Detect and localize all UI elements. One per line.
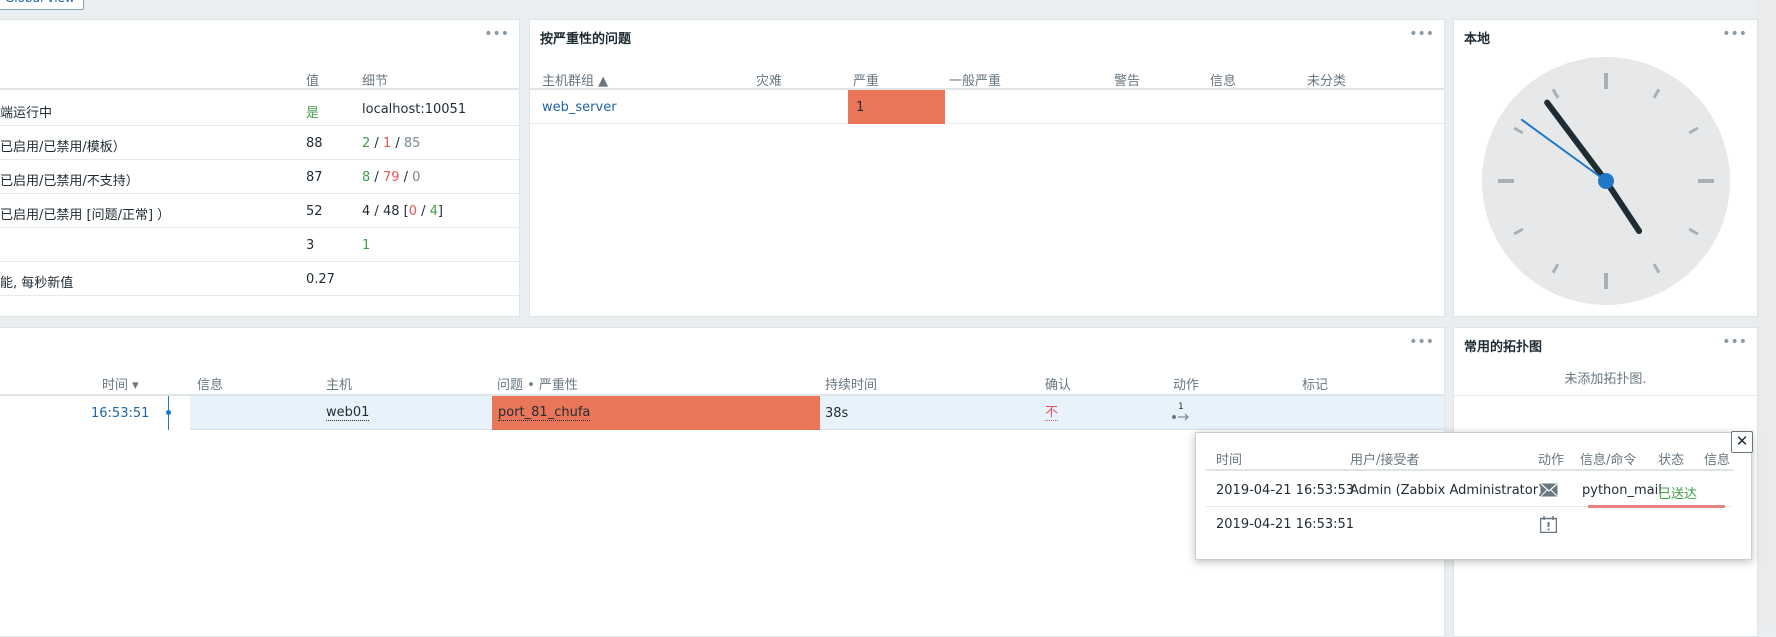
column-ack: 确认 [1045,378,1072,393]
param-value: 52 [306,204,323,219]
param-value: 88 [306,136,323,151]
column-time[interactable]: 时间 ▾ [102,374,139,393]
high-count: 1 [856,100,865,115]
action-user: Admin (Zabbix Administrator) [1350,483,1544,498]
param-value: 是 [306,106,320,121]
table-row: 已启用/已禁用 [问题/正常] ） 52 4 / 48 [0 / 4] [0,194,519,228]
column-warning: 警告 [1114,74,1141,89]
column-user: 用户/接受者 [1350,453,1420,468]
param-value: 0.27 [306,272,335,287]
widget-menu-icon[interactable]: ••• [484,26,509,42]
widget-title: 常用的拓扑图 [1464,340,1543,355]
column-time: 时间 [1216,453,1243,468]
param-label: 已启用/已禁用 [问题/正常] ） [0,208,171,223]
table-header: 主机群组 ▲ 灾难 严重 一般严重 警告 信息 未分类 [530,64,1444,90]
host-link[interactable]: web01 [326,406,370,421]
problem-time-link[interactable]: 16:53:51 [91,406,149,421]
column-disaster: 灾难 [756,74,783,89]
problem-severity-cell[interactable]: port_81_chufa [492,396,820,430]
column-duration: 持续时间 [825,378,878,393]
widget-menu-icon[interactable]: ••• [1409,26,1434,42]
empty-message: 未添加拓扑图. [1454,368,1757,396]
table-row: 端运行中 是 localhost:10051 [0,92,519,126]
actions-popup: ✕ 时间 用户/接受者 动作 信息/命令 状态 信息 2019-04-21 16… [1195,431,1753,560]
table-header: 时间 ▾ 信息 主机 问题 • 严重性 持续时间 确认 动作 标记 [0,370,1444,396]
column-average: 一般严重 [949,74,1002,89]
widget-menu-icon[interactable]: ••• [1409,334,1434,350]
clock-face [1482,57,1730,305]
column-tags: 标记 [1302,378,1329,393]
param-label: 已启用/已禁用/模板） [0,140,126,155]
column-high: 严重 [853,74,880,89]
column-problem: 问题 • 严重性 [497,378,578,393]
envelope-icon [1540,483,1558,497]
column-details: 细节 [362,74,389,89]
column-status: 状态 [1658,453,1685,468]
param-details: 8 / 79 / 0 [362,170,421,185]
host-group-link[interactable]: web_server [542,100,617,115]
action-time: 2019-04-21 16:53:51 [1216,517,1355,532]
column-host-group[interactable]: 主机群组 ▲ [542,70,608,89]
table-row: web_server 1 [530,90,1444,124]
problem-name-link[interactable]: port_81_chufa [498,406,591,421]
param-label: 能, 每秒新值 [0,276,74,291]
timeline-dot [166,410,171,415]
action-time: 2019-04-21 16:53:53 [1216,483,1355,498]
global-view-tab[interactable]: Global view [0,0,84,10]
widget-title: 按严重性的问题 [540,32,632,47]
table-row: 已启用/已禁用/不支持） 87 8 / 79 / 0 [0,160,519,194]
column-not-classified: 未分类 [1307,74,1347,89]
param-details: 1 [362,238,371,253]
problems-by-severity-widget: 按严重性的问题 ••• 主机群组 ▲ 灾难 严重 一般严重 警告 信息 未分类 … [529,19,1445,317]
duration-value: 38s [825,406,849,421]
table-row: 2019-04-21 16:53:53 Admin (Zabbix Admini… [1206,473,1733,508]
column-value[interactable]: 值 [306,70,319,89]
high-severity-cell[interactable]: 1 [848,90,945,124]
param-value: 87 [306,170,323,185]
widget-menu-icon[interactable]: ••• [1722,334,1747,350]
action-message: python_mail [1582,483,1662,498]
column-host: 主机 [326,378,353,393]
param-details: 4 / 48 [0 / 4] [362,204,443,219]
param-details: localhost:10051 [362,102,467,117]
calendar-alert-icon [1540,516,1557,533]
param-label: 端运行中 [0,106,53,121]
param-details: 2 / 1 / 85 [362,136,421,151]
ack-link[interactable]: 不 [1045,406,1059,421]
actions-icon[interactable]: 1 [1170,402,1194,424]
column-info: 信息 [197,378,224,393]
close-icon[interactable]: ✕ [1731,431,1753,453]
column-message: 信息/命令 [1580,453,1637,468]
param-label: 已启用/已禁用/不支持） [0,174,139,189]
table-row: 已启用/已禁用/模板） 88 2 / 1 / 85 [0,126,519,160]
clock-center [1598,173,1614,189]
column-action: 动作 [1538,453,1565,468]
column-info: 信息 [1704,453,1731,468]
table-row: 2019-04-21 16:53:51 [1206,507,1733,541]
column-information: 信息 [1210,74,1237,89]
action-status: 已送达 [1658,487,1698,502]
table-row: 16:53:51 web01 port_81_chufa 38s 不 1 [0,396,1444,430]
clock-widget: 本地 ••• [1453,19,1758,317]
table-row: 能, 每秒新值 0.27 [0,262,519,296]
table-header: 时间 用户/接受者 动作 信息/命令 状态 信息 [1206,445,1733,471]
param-value: 3 [306,238,315,253]
table-row: 3 1 [0,228,519,262]
table-header: 值 细节 [0,64,519,90]
column-actions: 动作 [1173,378,1200,393]
system-info-widget: ••• 值 细节 端运行中 是 localhost:10051 已启用/已禁用/… [0,19,520,317]
